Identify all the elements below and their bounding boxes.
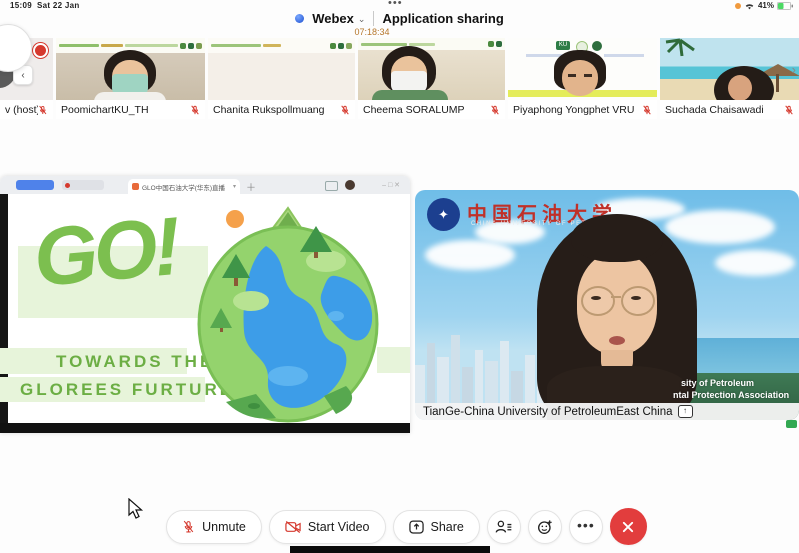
- battery-percent: 41%: [758, 1, 774, 10]
- status-time: 15:09: [10, 1, 32, 10]
- participant-tile[interactable]: PoomichartKU_TH: [56, 38, 205, 119]
- participant-name: Cheema SORALUMP: [363, 104, 465, 116]
- shared-screen-left: GLO中国石油大学(华东)直播 ▾ ＋ – □ ✕ GO! TOWARDS TH…: [0, 176, 410, 433]
- camera-off-icon: [285, 520, 301, 534]
- band: [377, 347, 410, 373]
- mic-muted-icon: [190, 104, 200, 116]
- participants-icon: [495, 519, 512, 534]
- close-icon: [621, 520, 635, 534]
- mic-muted-icon: [490, 104, 500, 116]
- extension-icon: [325, 181, 338, 191]
- leave-meeting-button[interactable]: [610, 508, 647, 545]
- slide-subline1: TOWARDS THE: [56, 352, 214, 372]
- share-label: Share: [431, 520, 464, 534]
- recording-dot-icon: [735, 3, 741, 9]
- participant-name: Chanita Rukspollmuang: [213, 104, 324, 116]
- tab-title: GLO中国石油大学(华东)直播: [142, 182, 230, 192]
- more-icon: •••: [577, 517, 595, 533]
- speaker-name-bar: TianGe-China University of PetroleumEast…: [415, 403, 799, 420]
- webex-app-window: 15:09 Sat 22 Jan ••• 41% Webex ⌄ Applica…: [0, 0, 799, 553]
- overlay-text-1: sity of Petroleum: [681, 378, 754, 388]
- ku-logo-icon: KU: [556, 41, 570, 50]
- mic-muted-icon: [38, 104, 48, 116]
- participant-name: PoomichartKU_TH: [61, 104, 149, 116]
- active-speaker-video[interactable]: ✦ 中国石油大学 CHINA UNIVERSITY OF PETROLEUM s…: [415, 190, 799, 420]
- unmute-label: Unmute: [202, 520, 246, 534]
- red-badge-icon: [33, 43, 48, 58]
- slide-bottom-bar: [0, 423, 410, 433]
- meeting-timer: 07:18:34: [341, 27, 403, 37]
- participant-name: v (host): [5, 104, 38, 116]
- share-button[interactable]: Share: [393, 510, 480, 544]
- multitask-dots-icon[interactable]: •••: [388, 0, 403, 9]
- unmute-button[interactable]: Unmute: [166, 510, 262, 544]
- status-clock: 15:09 Sat 22 Jan: [10, 1, 80, 10]
- sharing-mode-title: Application sharing: [382, 11, 503, 26]
- participant-tile[interactable]: Cheema SORALUMP: [358, 38, 505, 119]
- reactions-button[interactable]: [528, 510, 562, 544]
- start-video-label: Start Video: [308, 520, 370, 534]
- participant-tile[interactable]: Suchada Chaisawadi: [660, 38, 799, 119]
- status-indicators: 41%: [735, 1, 793, 10]
- profile-avatar: [345, 180, 355, 190]
- remote-browser-button: [16, 180, 54, 190]
- remote-browser-pill: [62, 180, 104, 190]
- speaker-name: TianGe-China University of PetroleumEast…: [423, 406, 673, 418]
- webex-logo-icon: [295, 14, 304, 23]
- mic-muted-icon: [182, 519, 195, 534]
- more-options-button[interactable]: •••: [569, 510, 603, 544]
- mic-muted-icon: [340, 104, 350, 116]
- new-tab-glyph: ＋: [246, 179, 256, 194]
- chevron-down-icon[interactable]: ⌄: [358, 14, 366, 25]
- university-seal-icon: ✦: [427, 198, 460, 231]
- remote-browser-bar: GLO中国石油大学(华东)直播 ▾ ＋ – □ ✕: [0, 176, 410, 194]
- filmstrip-scroll-right-button[interactable]: ›: [792, 62, 796, 77]
- participants-button[interactable]: [487, 510, 521, 544]
- meeting-controls: Unmute Start Video Share •••: [0, 508, 799, 545]
- mic-muted-icon: [642, 104, 652, 116]
- status-date: Sat 22 Jan: [37, 1, 80, 10]
- overlay-text-2: ntal Protection Association: [673, 390, 789, 400]
- participant-tile[interactable]: Chanita Rukspollmuang: [208, 38, 355, 119]
- meeting-header: Webex ⌄ Application sharing: [0, 11, 799, 26]
- webex-menu[interactable]: Webex: [312, 11, 354, 26]
- header-divider: [373, 11, 374, 26]
- bottom-black-bar: [290, 546, 490, 553]
- mic-muted-icon: [784, 104, 794, 116]
- window-controls: – □ ✕: [382, 181, 400, 189]
- participant-video: [660, 38, 799, 100]
- slide-content: GO! TOWARDS THE GLOREES FURTURE: [0, 194, 410, 423]
- participant-tile[interactable]: KU Piyaphong Yongphet VRU: [508, 38, 657, 119]
- start-video-button[interactable]: Start Video: [269, 510, 386, 544]
- slide-headline: GO!: [31, 206, 180, 300]
- battery-icon: [777, 2, 793, 10]
- remote-browser-tab: GLO中国石油大学(华东)直播 ▾: [128, 179, 240, 194]
- green-app-icon: [786, 420, 797, 428]
- favicon: [132, 183, 139, 190]
- earth-illustration: [196, 206, 380, 423]
- participant-name: Suchada Chaisawadi: [665, 104, 764, 116]
- participant-name: Piyaphong Yongphet VRU: [513, 104, 634, 116]
- share-screen-icon: [409, 520, 424, 534]
- smiley-plus-icon: [537, 519, 553, 535]
- wifi-icon: [744, 2, 755, 10]
- sharing-indicator-icon: ↑: [678, 405, 693, 418]
